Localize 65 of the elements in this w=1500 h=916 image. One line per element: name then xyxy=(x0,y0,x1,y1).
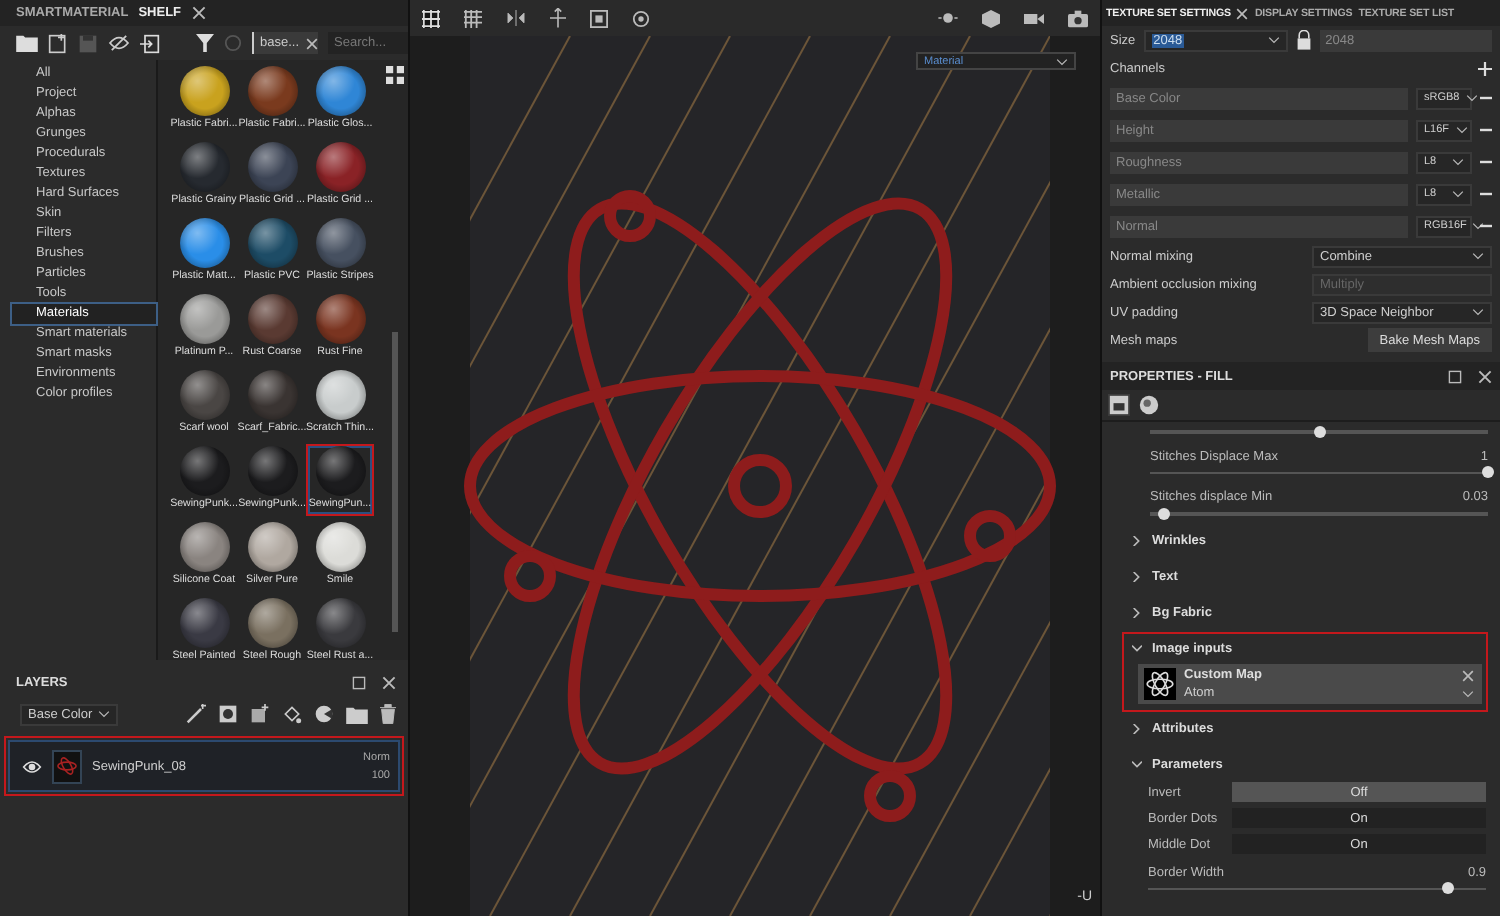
eye-icon[interactable] xyxy=(22,759,42,773)
caret-icon xyxy=(1472,252,1484,260)
grid-view-icon[interactable] xyxy=(386,66,404,84)
fill-bucket-icon[interactable] xyxy=(282,704,302,724)
undock-icon[interactable] xyxy=(352,675,366,689)
frame-icon[interactable] xyxy=(590,9,608,27)
effect-icon[interactable] xyxy=(250,704,270,724)
layer-settings-icon[interactable] xyxy=(1108,394,1130,416)
video-camera-icon[interactable] xyxy=(1024,11,1044,25)
target-icon[interactable] xyxy=(632,9,650,27)
lock-icon[interactable] xyxy=(1295,30,1312,50)
clear-icon[interactable] xyxy=(305,37,318,49)
slider-thumb[interactable] xyxy=(1482,466,1494,478)
scrollbar[interactable] xyxy=(392,332,398,632)
hidden-eye-icon[interactable] xyxy=(108,34,130,52)
layer-thumbnail xyxy=(52,749,82,783)
minus-icon[interactable] xyxy=(1480,128,1492,132)
minus-icon[interactable] xyxy=(1480,192,1492,196)
caret-icon xyxy=(1452,190,1464,198)
filter-icon[interactable] xyxy=(196,34,214,52)
cube-icon[interactable] xyxy=(982,9,1000,27)
caret-icon[interactable] xyxy=(1462,689,1474,697)
minus-icon[interactable] xyxy=(1480,160,1492,164)
camera-icon[interactable] xyxy=(1068,9,1088,27)
symmetry-icon[interactable] xyxy=(550,8,566,28)
wand-icon[interactable] xyxy=(186,704,206,724)
caret-icon xyxy=(1267,36,1280,44)
grid-layout-icon[interactable] xyxy=(422,9,440,27)
chevron-right-icon xyxy=(1132,535,1142,545)
light-icon[interactable] xyxy=(938,10,958,26)
undock-icon[interactable] xyxy=(1448,369,1462,383)
folder-icon[interactable] xyxy=(16,34,38,52)
minus-icon[interactable] xyxy=(1480,96,1492,100)
chevron-down-icon xyxy=(1132,759,1142,769)
caret-icon xyxy=(1472,222,1485,230)
caret-icon xyxy=(98,710,111,718)
close-icon[interactable] xyxy=(191,6,206,20)
chevron-down-icon xyxy=(1132,643,1142,653)
mask-icon[interactable] xyxy=(218,704,238,724)
close-icon[interactable] xyxy=(1478,369,1492,383)
paint-layer-icon[interactable] xyxy=(314,704,334,724)
grid-layout-icon[interactable] xyxy=(464,9,482,27)
close-icon[interactable] xyxy=(382,675,396,689)
caret-icon xyxy=(1056,57,1068,65)
close-icon[interactable] xyxy=(1236,7,1249,19)
chevron-right-icon xyxy=(1132,723,1142,733)
chevron-right-icon xyxy=(1132,571,1142,581)
close-icon[interactable] xyxy=(1462,669,1474,681)
chevron-right-icon xyxy=(1132,607,1142,617)
mirror-icon[interactable] xyxy=(506,10,526,26)
trash-icon[interactable] xyxy=(380,704,396,724)
caret-icon xyxy=(1452,158,1464,166)
slider-thumb[interactable] xyxy=(1157,507,1170,519)
slider-thumb[interactable] xyxy=(1313,425,1325,437)
caret-icon xyxy=(1472,308,1484,316)
slider-thumb[interactable] xyxy=(1442,882,1455,894)
folder-icon[interactable] xyxy=(346,705,368,723)
minus-icon[interactable] xyxy=(1480,224,1492,228)
atom-thumbnail xyxy=(1144,667,1176,699)
material-ball-icon[interactable] xyxy=(1138,394,1160,416)
import-icon[interactable] xyxy=(140,33,160,53)
caret-icon xyxy=(1455,126,1468,134)
new-file-icon[interactable] xyxy=(48,33,68,53)
plus-icon[interactable] xyxy=(1478,61,1492,75)
caret-icon xyxy=(1465,94,1478,102)
